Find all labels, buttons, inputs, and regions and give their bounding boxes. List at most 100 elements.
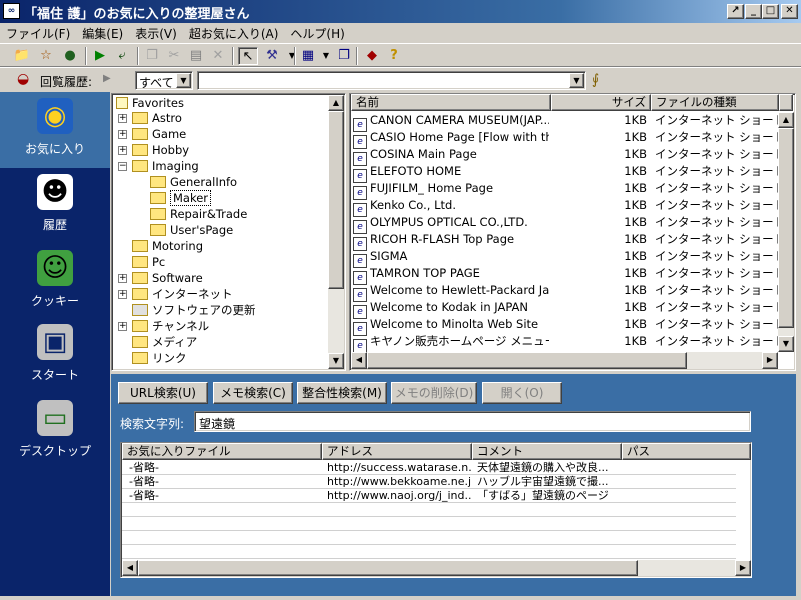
scroll-right-icon[interactable]: ▶ <box>762 352 778 369</box>
scroll-down-icon[interactable]: ▼ <box>778 336 794 352</box>
consistency-search-button[interactable]: 整合性検索(M) <box>297 382 387 404</box>
sidebar-item-cookies[interactable]: ☺ クッキー <box>0 250 110 320</box>
column-header-extra[interactable] <box>779 94 793 111</box>
file-row[interactable]: eSIGMA1KBインターネット ショートカット <box>350 248 780 268</box>
broom-icon[interactable]: ⨚ <box>592 72 599 88</box>
tree-item[interactable]: ソフトウェアの更新 <box>132 302 256 318</box>
list-hscrollbar[interactable]: ◀ ▶ <box>351 352 778 369</box>
file-row[interactable]: eキヤノン販売ホームページ メニュー... 1KB インターネット ショートカット <box>350 333 780 353</box>
tree-root[interactable]: Favorites <box>116 95 184 111</box>
tree-item[interactable]: メディア <box>132 334 197 350</box>
expand-icon[interactable]: + <box>118 146 127 155</box>
tree-item[interactable]: Game <box>132 126 186 142</box>
results-table[interactable]: お気に入りファイル アドレス コメント パス -省略-http://succes… <box>120 442 752 578</box>
filter-select[interactable]: すべて ▼ <box>135 71 193 90</box>
tree-item[interactable]: インターネット <box>132 286 233 302</box>
help-pin-button[interactable]: ↗ <box>727 4 744 19</box>
file-row[interactable]: e Welcome to Minolta Web Site 1KB インターネット シ… <box>350 316 780 336</box>
menu-edit[interactable]: 編集(E) <box>76 23 129 42</box>
chevron-down-icon[interactable]: ▼ <box>316 47 336 65</box>
scroll-down-icon[interactable]: ▼ <box>328 353 344 369</box>
chevron-down-icon[interactable]: ▼ <box>569 73 584 88</box>
expand-icon[interactable]: + <box>118 290 127 299</box>
file-row[interactable]: eCOSINA Main Page1KBインターネット ショートカット <box>350 146 780 166</box>
column-header-type[interactable]: ファイルの種類 <box>651 94 779 111</box>
tree-item[interactable]: リンク <box>132 350 187 366</box>
tree-item[interactable]: チャンネル <box>132 318 209 334</box>
play-icon[interactable]: ▶ <box>90 47 110 65</box>
up-folder-icon[interactable]: ⤶ <box>112 47 132 65</box>
file-list[interactable]: 名前 サイズ ファイルの種類 e CANON CAMERA MUSEUM(JAP.… <box>349 93 796 371</box>
window-icon[interactable]: ❐ <box>334 47 354 65</box>
file-row[interactable]: eFUJIFILM_ Home Page1KBインターネット ショートカット <box>350 180 780 200</box>
tree-item[interactable]: Hobby <box>132 142 189 158</box>
open-button[interactable]: 開く(O) <box>482 382 562 404</box>
globe-icon[interactable]: ● <box>60 47 80 65</box>
file-row[interactable]: eTAMRON TOP PAGE1KBインターネット ショートカット <box>350 265 780 285</box>
minimize-button[interactable]: _ <box>745 4 762 19</box>
file-row[interactable]: eRICOH R-FLASH Top Page1KBインターネット ショートカッ… <box>350 231 780 251</box>
sidebar-item-start[interactable]: ▣ スタート <box>0 324 110 394</box>
url-combo[interactable]: ▼ <box>197 71 586 90</box>
delete-memo-button[interactable]: メモの削除(D) <box>391 382 477 404</box>
column-header-favorite-file[interactable]: お気に入りファイル <box>122 443 322 460</box>
file-row[interactable]: e CANON CAMERA MUSEUM(JAP... 1KB インターネット ショ… <box>350 112 780 132</box>
query-input[interactable]: 望遠鏡 <box>194 411 751 432</box>
file-row[interactable]: eELEFOTO HOME1KBインターネット ショートカット <box>350 163 780 183</box>
menu-view[interactable]: 表示(V) <box>129 23 183 42</box>
tree-item[interactable]: Imaging <box>132 158 199 174</box>
column-header-address[interactable]: アドレス <box>322 443 472 460</box>
scroll-right-icon[interactable]: ▶ <box>735 560 751 576</box>
tools-icon[interactable]: ⚒ <box>262 47 282 65</box>
maximize-button[interactable]: □ <box>762 4 779 19</box>
scroll-thumb[interactable] <box>138 560 638 576</box>
scroll-up-icon[interactable]: ▲ <box>778 112 794 128</box>
file-row[interactable]: e Welcome to Kodak in JAPAN 1KB インターネット ショー… <box>350 299 780 319</box>
file-row[interactable]: eKenko Co., Ltd.1KBインターネット ショートカット <box>350 197 780 217</box>
expand-icon[interactable]: + <box>118 274 127 283</box>
expand-icon[interactable]: + <box>118 130 127 139</box>
file-row[interactable]: e CASIO Home Page [Flow with th... 1KB インター… <box>350 129 780 149</box>
menu-help[interactable]: ヘルプ(H) <box>284 23 350 42</box>
result-row[interactable]: -省略-http://www.naoj.org/j_ind... 「すばる」望遠鏡… <box>121 489 735 503</box>
view-list-icon[interactable]: ▦ <box>298 47 318 65</box>
close-button[interactable]: ✕ <box>781 4 798 19</box>
scroll-left-icon[interactable]: ◀ <box>122 560 138 576</box>
file-row[interactable]: e Welcome to Hewlett-Packard Jap... 1KB インタ… <box>350 282 780 302</box>
menu-file[interactable]: ファイル(F) <box>0 23 76 42</box>
column-header-path[interactable]: パス <box>622 443 751 460</box>
url-search-button[interactable]: URL検索(U) <box>118 382 208 404</box>
column-header-name[interactable]: 名前 <box>351 94 551 111</box>
memo-search-button[interactable]: メモ検索(C) <box>213 382 293 404</box>
scroll-thumb[interactable] <box>367 352 687 369</box>
cut-icon[interactable]: ✂ <box>164 47 184 65</box>
scroll-left-icon[interactable]: ◀ <box>351 352 367 369</box>
scroll-thumb[interactable] <box>328 111 344 289</box>
paste-icon[interactable]: ▤ <box>186 47 206 65</box>
expand-icon[interactable]: + <box>118 322 127 331</box>
folder-icon[interactable]: 📁 <box>12 47 32 65</box>
help-icon[interactable]: ? <box>384 47 404 65</box>
sidebar-item-desktop[interactable]: ▭ デスクトップ <box>0 400 110 470</box>
file-row[interactable]: eOLYMPUS OPTICAL CO.,LTD.1KBインターネット ショート… <box>350 214 780 234</box>
tree-item[interactable]: Motoring <box>132 238 203 254</box>
collapse-icon[interactable]: − <box>118 162 127 171</box>
expand-icon[interactable]: + <box>118 114 127 123</box>
tree-item[interactable]: Software <box>132 270 203 286</box>
result-row[interactable]: -省略-http://success.watarase.n... 天体望遠鏡の購入… <box>121 461 735 475</box>
sidebar-item-favorites[interactable]: ◉ お気に入り <box>0 92 110 168</box>
folder-tree[interactable]: Favorites + Astro + Game + Hobby − Imagi… <box>111 93 346 371</box>
delete-icon[interactable]: ✕ <box>208 47 228 65</box>
menu-super-favorites[interactable]: 超お気に入り(A) <box>183 23 285 42</box>
sidebar-item-history[interactable]: ☻ 履歴 <box>0 174 110 244</box>
tree-scrollbar[interactable]: ▲ ▼ <box>328 95 344 369</box>
tree-item[interactable]: Pc <box>132 254 165 270</box>
tree-item[interactable]: Repair&Trade <box>150 206 247 222</box>
tree-item[interactable]: GeneralInfo <box>150 174 237 190</box>
new-folder-icon[interactable]: ☆ <box>36 47 56 65</box>
column-header-size[interactable]: サイズ <box>551 94 651 111</box>
tree-item[interactable]: User'sPage <box>150 222 233 238</box>
cursor-select-icon[interactable]: ↖ <box>238 47 258 65</box>
scroll-up-icon[interactable]: ▲ <box>328 95 344 111</box>
list-vscrollbar[interactable]: ▲ ▼ <box>778 112 794 352</box>
